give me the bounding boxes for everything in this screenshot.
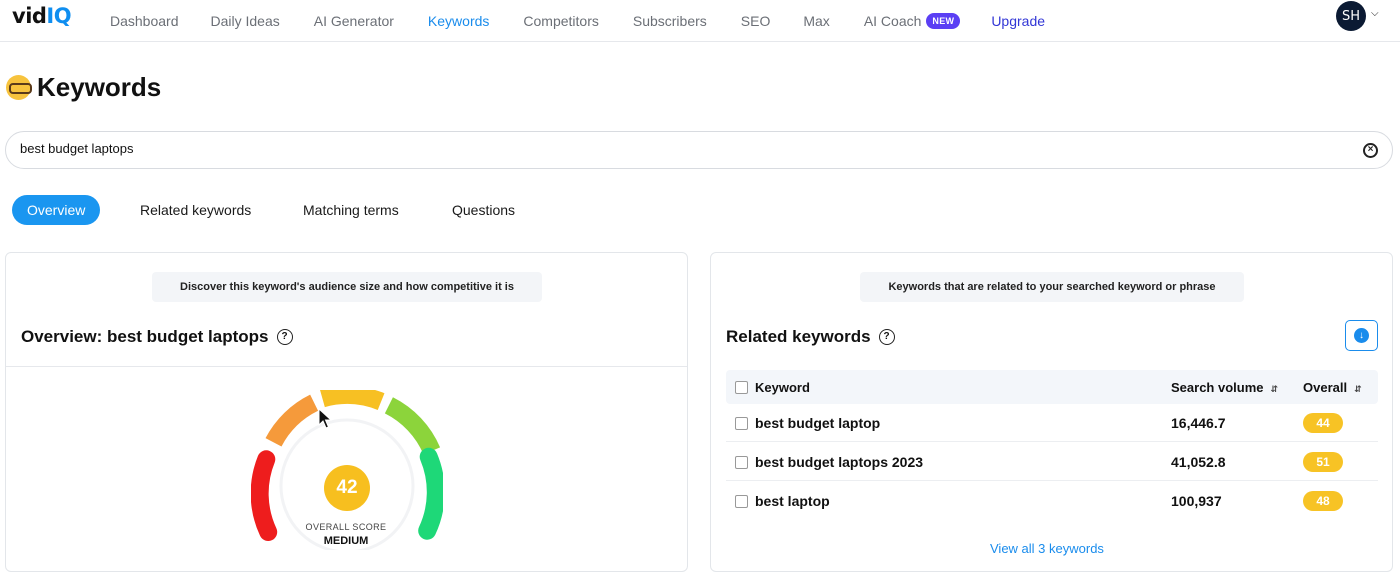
- nav-items: Dashboard Daily Ideas AI Generator Keywo…: [110, 0, 1045, 42]
- gauge-segment-lime: [384, 397, 441, 455]
- row-keyword[interactable]: best laptop: [755, 493, 830, 509]
- avatar[interactable]: SH: [1336, 1, 1366, 31]
- tab-questions[interactable]: Questions: [452, 195, 515, 225]
- row-search-volume: 41,052.8: [1171, 454, 1226, 470]
- tab-overview[interactable]: Overview: [12, 195, 101, 225]
- column-overall-label: Overall: [1303, 380, 1348, 395]
- related-title: Related keywords ?: [726, 327, 895, 347]
- related-hint: Keywords that are related to your search…: [860, 272, 1244, 302]
- row-overall-score: 44: [1303, 413, 1343, 433]
- logo-accent-text: IQ: [46, 4, 72, 28]
- table-header: Keyword Search volume ⇵ Overall ⇵: [726, 370, 1378, 404]
- mouse-cursor-icon: [318, 408, 333, 429]
- overview-title-text: Overview: best budget laptops: [21, 327, 269, 346]
- vidiq-logo[interactable]: vidIQ: [12, 4, 72, 28]
- help-icon[interactable]: ?: [878, 329, 895, 345]
- clear-search-icon[interactable]: ×: [1363, 143, 1378, 158]
- select-all-checkbox[interactable]: [735, 381, 748, 394]
- row-overall-score: 48: [1303, 491, 1343, 511]
- nav-item-daily-ideas[interactable]: Daily Ideas: [211, 13, 280, 29]
- gauge-segment-orange: [265, 394, 319, 447]
- new-badge: NEW: [926, 13, 961, 29]
- view-all-keywords-link[interactable]: View all 3 keywords: [990, 541, 1104, 556]
- row-search-volume: 100,937: [1171, 493, 1222, 509]
- related-title-text: Related keywords: [726, 327, 871, 346]
- related-keywords-card: Keywords that are related to your search…: [710, 252, 1393, 572]
- keyword-search-input[interactable]: [20, 141, 1320, 156]
- overall-score-label: OVERALL SCORE: [305, 522, 387, 532]
- table-row[interactable]: best budget laptop 16,446.7 44: [726, 404, 1378, 442]
- column-search-volume-label: Search volume: [1171, 380, 1264, 395]
- tab-related-keywords[interactable]: Related keywords: [140, 195, 251, 225]
- overall-score-value: 42: [324, 465, 370, 511]
- page-title-text: Keywords: [37, 72, 162, 102]
- keyword-search-bar: ×: [5, 131, 1393, 169]
- page-title: Keywords: [6, 72, 161, 103]
- table-row[interactable]: best laptop 100,937 48: [726, 482, 1378, 520]
- nav-item-max[interactable]: Max: [803, 13, 829, 29]
- nav-item-dashboard[interactable]: Dashboard: [110, 13, 179, 29]
- download-button[interactable]: ↓: [1345, 320, 1378, 351]
- overall-score-level: MEDIUM: [323, 535, 369, 547]
- ai-coach-label: AI Coach: [863, 13, 922, 29]
- overview-card: Discover this keyword's audience size an…: [5, 252, 688, 572]
- divider: [6, 366, 687, 367]
- table-row[interactable]: best budget laptops 2023 41,052.8 51: [726, 443, 1378, 481]
- column-overall[interactable]: Overall ⇵: [1303, 380, 1362, 395]
- top-navigation: vidIQ Dashboard Daily Ideas AI Generator…: [0, 0, 1400, 42]
- nav-item-subscribers[interactable]: Subscribers: [633, 13, 707, 29]
- nav-item-keywords[interactable]: Keywords: [428, 13, 489, 29]
- overview-title: Overview: best budget laptops ?: [21, 327, 293, 347]
- nav-item-seo[interactable]: SEO: [741, 13, 771, 29]
- chevron-down-icon[interactable]: ⌵: [1371, 8, 1379, 19]
- gauge-segment-green: [418, 447, 443, 540]
- row-keyword[interactable]: best budget laptops 2023: [755, 454, 923, 470]
- column-keyword[interactable]: Keyword: [755, 380, 810, 395]
- row-checkbox[interactable]: [735, 495, 748, 508]
- sort-icon: ⇵: [1270, 384, 1279, 394]
- gauge-segment-yellow: [320, 390, 385, 411]
- nav-item-upgrade[interactable]: Upgrade: [991, 13, 1045, 29]
- row-keyword[interactable]: best budget laptop: [755, 415, 880, 431]
- row-checkbox[interactable]: [735, 417, 748, 430]
- nerd-face-icon: [6, 75, 32, 100]
- row-search-volume: 16,446.7: [1171, 415, 1226, 431]
- column-search-volume[interactable]: Search volume ⇵: [1171, 380, 1278, 395]
- logo-text: vid: [12, 4, 47, 28]
- help-icon[interactable]: ?: [276, 329, 293, 345]
- row-overall-score: 51: [1303, 452, 1343, 472]
- nav-item-competitors[interactable]: Competitors: [523, 13, 598, 29]
- sort-icon: ⇵: [1354, 384, 1362, 394]
- nav-item-ai-generator[interactable]: AI Generator: [314, 13, 394, 29]
- tab-matching-terms[interactable]: Matching terms: [303, 195, 399, 225]
- nav-item-ai-coach[interactable]: AI Coach NEW: [864, 13, 961, 29]
- download-icon: ↓: [1354, 328, 1369, 343]
- overview-hint: Discover this keyword's audience size an…: [152, 272, 542, 302]
- row-checkbox[interactable]: [735, 456, 748, 469]
